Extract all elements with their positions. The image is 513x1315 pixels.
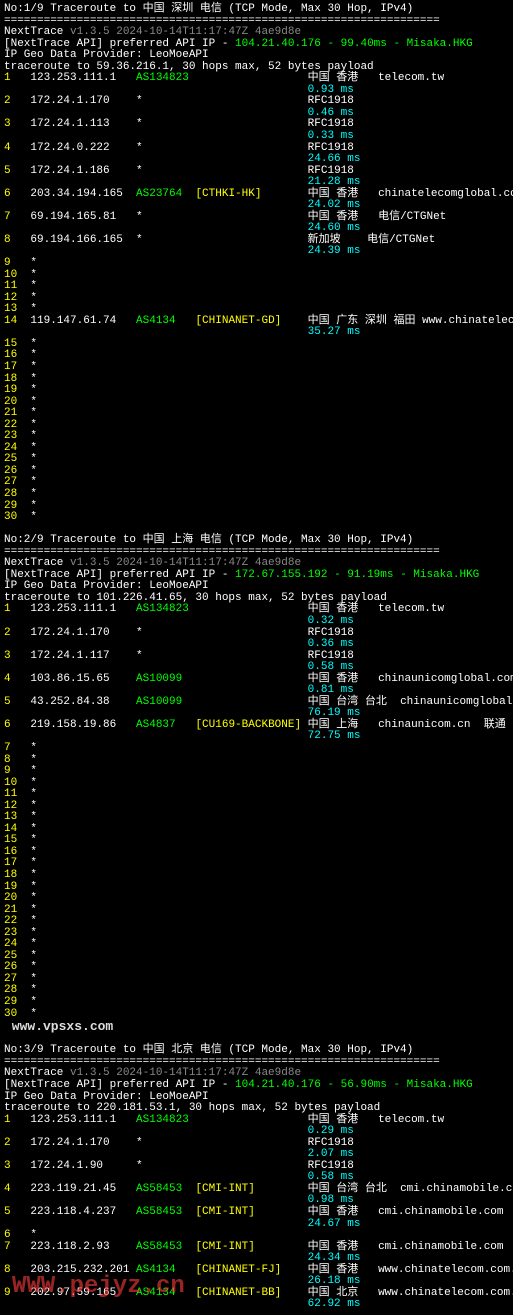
block-header: No:2/9 Traceroute to 中国 上海 电信 (TCP Mode,… (4, 535, 513, 547)
hop-star: 7 * (4, 743, 513, 755)
hop-star: 29 * (4, 501, 513, 513)
hop-star: 27 * (4, 477, 513, 489)
hop-star: 21 * (4, 408, 513, 420)
hop-latency: 72.75 ms (4, 731, 513, 743)
hop-star: 22 * (4, 420, 513, 432)
hop-star: 27 * (4, 974, 513, 986)
hop-star: 19 * (4, 385, 513, 397)
provider-line: IP Geo Data Provider: LeoMoeAPI (4, 50, 513, 62)
block-header: No:1/9 Traceroute to 中国 深圳 电信 (TCP Mode,… (4, 4, 513, 16)
footer-watermark: www.vpsxs.com (4, 1020, 513, 1034)
hop-star: 20 * (4, 893, 513, 905)
hop-star: 16 * (4, 847, 513, 859)
hop-star: 17 * (4, 858, 513, 870)
hop-star: 20 * (4, 397, 513, 409)
hop-star: 9 * (4, 766, 513, 778)
hop-star: 15 * (4, 835, 513, 847)
hop-star: 18 * (4, 870, 513, 882)
hop-star: 24 * (4, 939, 513, 951)
hop-star: 8 * (4, 755, 513, 767)
hop-star: 28 * (4, 489, 513, 501)
hop-star: 24 * (4, 443, 513, 455)
hop-star: 16 * (4, 350, 513, 362)
hop-star: 28 * (4, 985, 513, 997)
hop-star: 29 * (4, 997, 513, 1009)
hop-star: 23 * (4, 431, 513, 443)
api-line: [NextTrace API] preferred API IP - 104.2… (4, 1080, 513, 1092)
hop-star: 18 * (4, 374, 513, 386)
hop-star: 12 * (4, 801, 513, 813)
watermark-overlay: WWW.pejyz.cn (12, 1274, 185, 1299)
hop-row: 5 223.118.4.237 AS58453 [CMI-INT] 中国 香港 … (4, 1207, 513, 1219)
hop-star: 30 * (4, 512, 513, 524)
hop-star: 12 * (4, 293, 513, 305)
hop-star: 22 * (4, 916, 513, 928)
hop-latency: 24.67 ms (4, 1219, 513, 1231)
hop-star: 26 * (4, 466, 513, 478)
hop-latency: 35.27 ms (4, 327, 513, 339)
hop-star: 25 * (4, 454, 513, 466)
hop-latency: 24.39 ms (4, 246, 513, 258)
hop-star: 14 * (4, 824, 513, 836)
hop-star: 21 * (4, 905, 513, 917)
hop-star: 13 * (4, 812, 513, 824)
hop-star: 26 * (4, 962, 513, 974)
hop-star: 10 * (4, 270, 513, 282)
hop-star: 11 * (4, 281, 513, 293)
hop-star: 17 * (4, 362, 513, 374)
hop-star: 25 * (4, 951, 513, 963)
hop-star: 19 * (4, 882, 513, 894)
hop-star: 10 * (4, 778, 513, 790)
hop-star: 9 * (4, 258, 513, 270)
hop-latency: 62.92 ms (4, 1299, 513, 1311)
hop-star: 11 * (4, 789, 513, 801)
hop-star: 23 * (4, 928, 513, 940)
hop-star: 15 * (4, 339, 513, 351)
